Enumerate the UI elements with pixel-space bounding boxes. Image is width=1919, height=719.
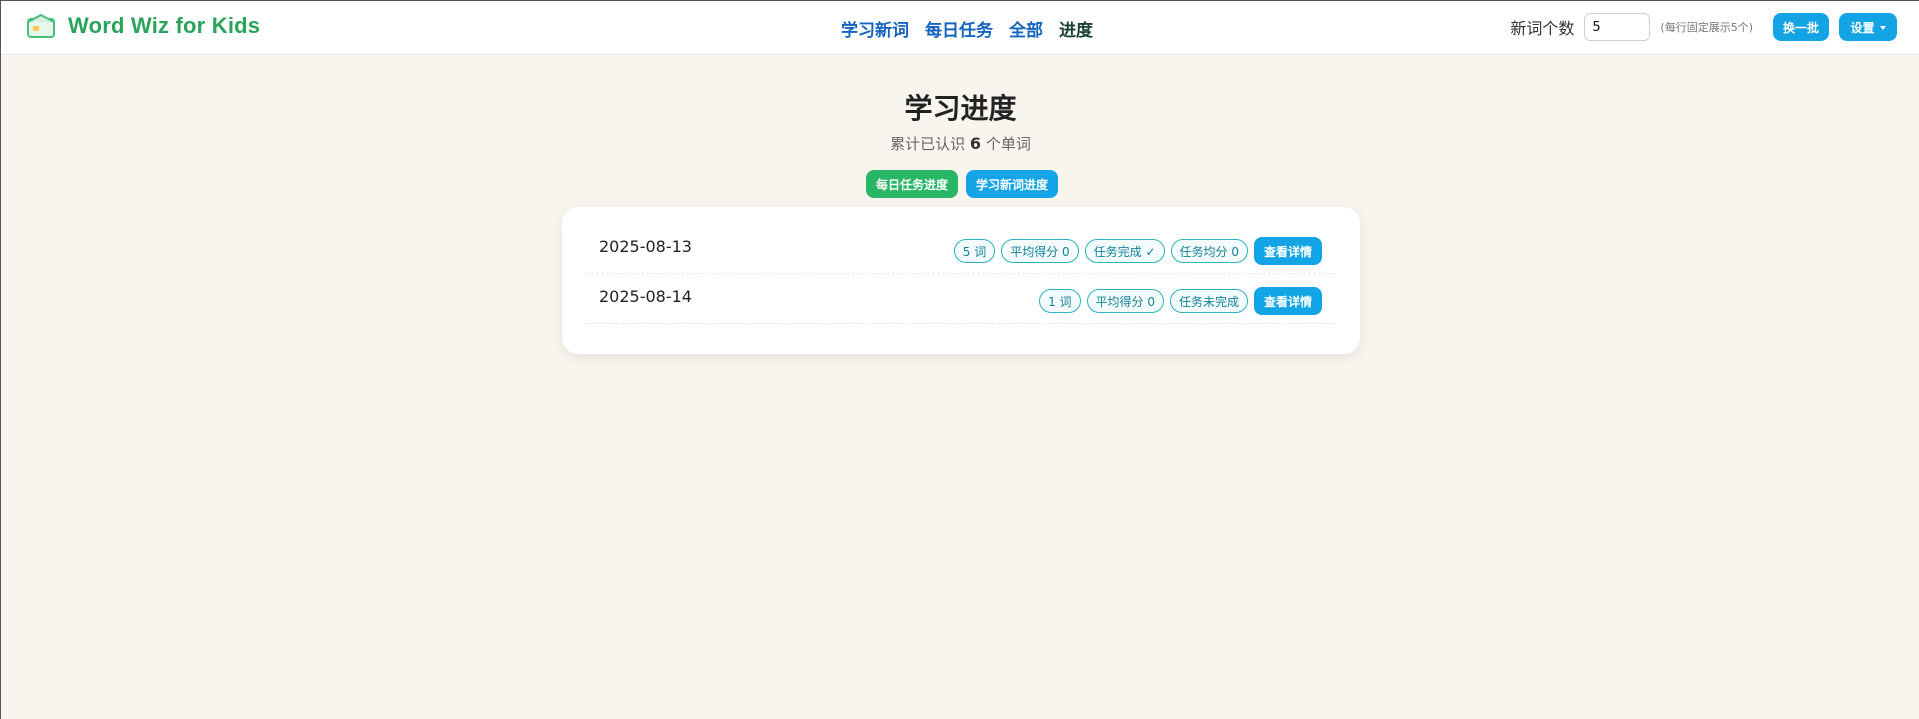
subtitle-suffix: 个单词 [985, 135, 1031, 153]
view-details-button[interactable]: 查看详情 [1253, 287, 1322, 315]
book-logo-icon [27, 14, 55, 38]
nav-learn-new-words[interactable]: 学习新词 [841, 16, 909, 41]
view-details-button[interactable]: 查看详情 [1253, 237, 1322, 265]
task-average-badge: 任务均分 0 [1170, 239, 1248, 263]
progress-card: 2025-08-13 5 词 平均得分 0 任务完成 ✓ 任务均分 0 查看详情… [562, 207, 1360, 354]
task-status-badge: 任务完成 ✓ [1084, 239, 1165, 263]
nav-all[interactable]: 全部 [1009, 16, 1043, 41]
top-navbar: Word Wiz for Kids 学习新词 每日任务 全部 进度 新词个数 (… [1, 1, 1919, 55]
nav-daily-tasks[interactable]: 每日任务 [925, 16, 993, 41]
progress-row: 2025-08-14 1 词 平均得分 0 任务未完成 查看详情 [586, 273, 1336, 324]
tab-new-word-progress[interactable]: 学习新词进度 [966, 170, 1059, 198]
tab-daily-task-progress[interactable]: 每日任务进度 [866, 170, 959, 198]
average-score-badge: 平均得分 0 [1001, 239, 1079, 263]
page-subtitle: 累计已认识 6 个单词 [1, 133, 1919, 154]
average-score-badge: 平均得分 0 [1086, 289, 1164, 313]
row-date: 2025-08-14 [599, 287, 692, 306]
new-word-count-label: 新词个数 [1510, 19, 1575, 38]
caret-down-icon [1879, 26, 1886, 30]
page-header: 学习进度 累计已认识 6 个单词 [1, 87, 1919, 154]
swap-batch-button[interactable]: 换一批 [1773, 13, 1829, 41]
row-badges: 1 词 平均得分 0 任务未完成 查看详情 [1039, 287, 1322, 315]
header-controls: 新词个数 (每行固定展示5个) 换一批 设置 [1510, 13, 1897, 41]
row-date: 2025-08-13 [599, 237, 692, 256]
new-word-count-input[interactable] [1584, 13, 1651, 41]
brand[interactable]: Word Wiz for Kids [26, 13, 260, 39]
settings-button[interactable]: 设置 [1839, 13, 1897, 41]
known-word-count: 6 [969, 134, 982, 153]
settings-label: 设置 [1850, 20, 1875, 35]
subtitle-prefix: 累计已认识 [890, 135, 966, 153]
page-title: 学习进度 [904, 92, 1017, 125]
task-status-badge: 任务未完成 [1169, 289, 1248, 313]
main-nav: 学习新词 每日任务 全部 进度 [841, 16, 1093, 41]
new-word-count-note: (每行固定展示5个) [1660, 21, 1753, 34]
nav-progress[interactable]: 进度 [1059, 16, 1093, 41]
app-title: Word Wiz for Kids [68, 13, 261, 38]
word-count-badge: 5 词 [953, 239, 996, 263]
word-count-badge: 1 词 [1039, 289, 1081, 313]
row-badges: 5 词 平均得分 0 任务完成 ✓ 任务均分 0 查看详情 [953, 237, 1322, 265]
progress-row: 2025-08-13 5 词 平均得分 0 任务完成 ✓ 任务均分 0 查看详情 [586, 223, 1336, 274]
progress-tabs: 每日任务进度 学习新词进度 [866, 170, 1059, 198]
